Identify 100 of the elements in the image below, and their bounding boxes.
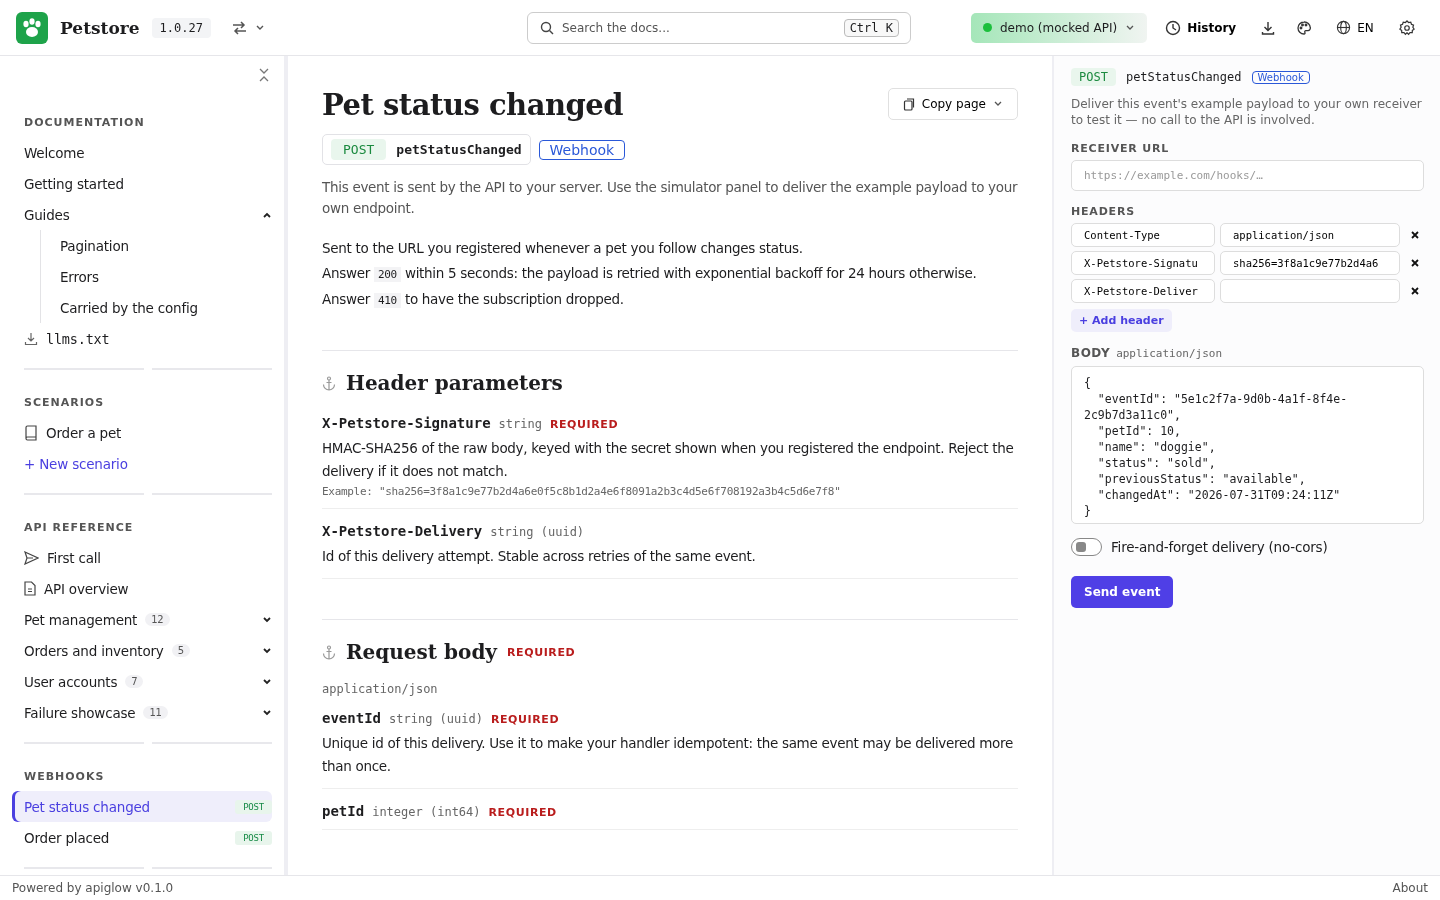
receiver-url-field[interactable]: https://example.com/hooks/… bbox=[1071, 160, 1424, 191]
app-title: Petstore bbox=[60, 17, 140, 38]
intro-text: This event is sent by the API to your server. Use the simulator panel to deliver the example payload to your own endpoint. bbox=[322, 178, 1018, 218]
operation-label: POST petStatusChanged bbox=[322, 134, 531, 165]
clipboard-icon bbox=[902, 97, 915, 111]
method-badge: POST bbox=[235, 830, 272, 845]
nav-item[interactable]: Getting started bbox=[12, 168, 272, 199]
field-label: BODY bbox=[1071, 346, 1111, 360]
chevron-up-icon[interactable] bbox=[262, 210, 272, 219]
nav-item[interactable]: User accounts 7 bbox=[12, 666, 272, 697]
add-header-button[interactable]: + Add header bbox=[1071, 309, 1172, 332]
nav-item[interactable]: Welcome bbox=[12, 137, 272, 168]
send-event-button[interactable]: Send event bbox=[1071, 576, 1174, 608]
parameter-name: eventId bbox=[322, 710, 381, 726]
download-icon bbox=[24, 331, 38, 346]
content-type: application/json bbox=[322, 682, 439, 696]
section-title: Header parameters bbox=[346, 371, 563, 395]
webhook-tag: Webhook bbox=[538, 139, 626, 160]
nav-item[interactable]: + New scenario bbox=[12, 448, 272, 479]
remove-icon[interactable] bbox=[1411, 259, 1419, 267]
nav-item[interactable]: Guides bbox=[12, 199, 272, 230]
nav-item[interactable]: Carried by the config bbox=[41, 292, 272, 323]
count-badge: 5 bbox=[171, 644, 190, 657]
header-name-field[interactable]: Content-Type bbox=[1071, 223, 1215, 247]
header-value-field[interactable]: sha256=3f8a1c9e77b2d4a6 bbox=[1220, 251, 1400, 275]
required-label: REQUIRED bbox=[490, 713, 560, 726]
description-text: Sent to the URL you registered whenever a pet you follow changes status. bbox=[322, 239, 804, 258]
body-editor[interactable]: { "eventId": "5e1c2f7a-9d0b-4a1f-8f4e-2c9b7d3a11c0", "petId": 10, "name": "doggie", "status": "sold", "previousStatus": "available", "changedAt": "2026-07-31T09:24:11Z" } bbox=[1071, 366, 1424, 524]
copy-page-button[interactable]: Copy page bbox=[887, 88, 1018, 120]
nav-item[interactable]: Errors bbox=[41, 261, 272, 292]
description-text: Answer 200 within 5 seconds: the payload is retried with exponential backoff for 24 hours otherwise. bbox=[322, 264, 978, 284]
remove-icon[interactable] bbox=[1411, 287, 1419, 295]
parameter-type: string (uuid) bbox=[389, 712, 483, 726]
body-content-type: application/json bbox=[1116, 347, 1223, 360]
document-icon bbox=[24, 581, 36, 596]
globe-icon bbox=[1336, 20, 1352, 35]
count-badge: 11 bbox=[143, 706, 168, 719]
nav-item[interactable]: Order a pet bbox=[12, 417, 272, 448]
settings-icon[interactable] bbox=[1397, 18, 1416, 37]
nav-item[interactable]: Pet status changed POST bbox=[12, 791, 272, 822]
nav-item[interactable]: Pet management 12 bbox=[12, 604, 272, 635]
section-heading: SCENARIOS bbox=[24, 396, 106, 409]
parameter-name: X-Petstore-Signature bbox=[322, 415, 491, 431]
collapse-icon[interactable] bbox=[258, 68, 270, 82]
clock-icon bbox=[1165, 19, 1182, 36]
field-label: HEADERS bbox=[1071, 205, 1136, 218]
required-label: REQUIRED bbox=[507, 645, 576, 659]
language-button[interactable]: EN bbox=[1332, 16, 1378, 39]
palette-icon[interactable] bbox=[1296, 19, 1313, 36]
anchor-icon[interactable] bbox=[322, 375, 336, 391]
header-value-field[interactable] bbox=[1220, 279, 1400, 303]
remove-icon[interactable] bbox=[1411, 231, 1419, 239]
page-title: Pet status changed bbox=[322, 88, 623, 122]
section-heading: API REFERENCE bbox=[24, 521, 135, 534]
about-link[interactable]: About bbox=[1392, 881, 1428, 895]
header-name-field[interactable]: X-Petstore-Deliver bbox=[1071, 279, 1215, 303]
header-name-field[interactable]: X-Petstore-Signatu bbox=[1071, 251, 1215, 275]
required-label: REQUIRED bbox=[549, 418, 619, 431]
chevron-down-icon[interactable] bbox=[262, 615, 272, 624]
parameter-type: string (uuid) bbox=[490, 525, 585, 539]
parameter-type: integer (int64) bbox=[372, 805, 481, 819]
download-icon[interactable] bbox=[1260, 19, 1277, 36]
chevron-down-icon[interactable] bbox=[262, 646, 272, 655]
chevron-down-icon bbox=[993, 100, 1003, 108]
nav-item[interactable]: Order placed POST bbox=[12, 822, 272, 853]
count-badge: 7 bbox=[125, 675, 144, 688]
nav-item[interactable]: API overview bbox=[12, 573, 272, 604]
nav-item[interactable]: Pagination bbox=[41, 230, 272, 261]
header-value-field[interactable]: application/json bbox=[1220, 223, 1400, 247]
section-heading: DOCUMENTATION bbox=[24, 116, 146, 129]
method-badge: POST bbox=[1071, 68, 1116, 86]
powered-by-text: Powered by apiglow v0.1.0 bbox=[12, 881, 174, 895]
parameter-description: Id of this delivery attempt. Stable across retries of the same event. bbox=[322, 547, 757, 566]
nav-item[interactable]: Orders and inventory 5 bbox=[12, 635, 272, 666]
nav-item[interactable]: llms.txt bbox=[12, 323, 272, 354]
field-label: RECEIVER URL bbox=[1071, 142, 1170, 155]
book-icon bbox=[24, 424, 38, 441]
status-dot bbox=[983, 23, 992, 32]
anchor-icon[interactable] bbox=[322, 644, 336, 660]
nav-item[interactable]: Failure showcase 11 bbox=[12, 697, 272, 728]
toggle-label: Fire-and-forget delivery (no-cors) bbox=[1111, 539, 1328, 555]
nav-item[interactable]: First call bbox=[12, 542, 272, 573]
paw-logo-icon[interactable] bbox=[16, 11, 48, 44]
chevron-down-icon[interactable] bbox=[262, 677, 272, 686]
operation-name: petStatusChanged bbox=[1125, 70, 1242, 84]
environment-selector[interactable]: demo (mocked API) bbox=[971, 12, 1148, 43]
section-title: Request body bbox=[346, 640, 497, 664]
history-button[interactable]: History bbox=[1161, 15, 1241, 40]
chevron-down-icon[interactable] bbox=[262, 708, 272, 717]
count-badge: 12 bbox=[145, 613, 170, 626]
search-icon bbox=[540, 20, 554, 35]
version-label: 1.0.27 bbox=[151, 17, 211, 38]
required-label: REQUIRED bbox=[488, 806, 557, 819]
chevron-down-icon bbox=[254, 23, 265, 32]
method-badge: POST bbox=[235, 799, 272, 814]
parameter-example: Example: "sha256=3f8a1c9e77b2d4a6e0f5c8b1d2a4e6f8091a2b3c4d5e6f708192a3b4c5d6e7f8" bbox=[322, 485, 842, 498]
parameter-type: string bbox=[498, 417, 542, 431]
description-text: Answer 410 to have the subscription dropped. bbox=[322, 290, 625, 310]
parameter-name: petId bbox=[322, 803, 365, 819]
toggle-switch[interactable] bbox=[1071, 538, 1102, 556]
